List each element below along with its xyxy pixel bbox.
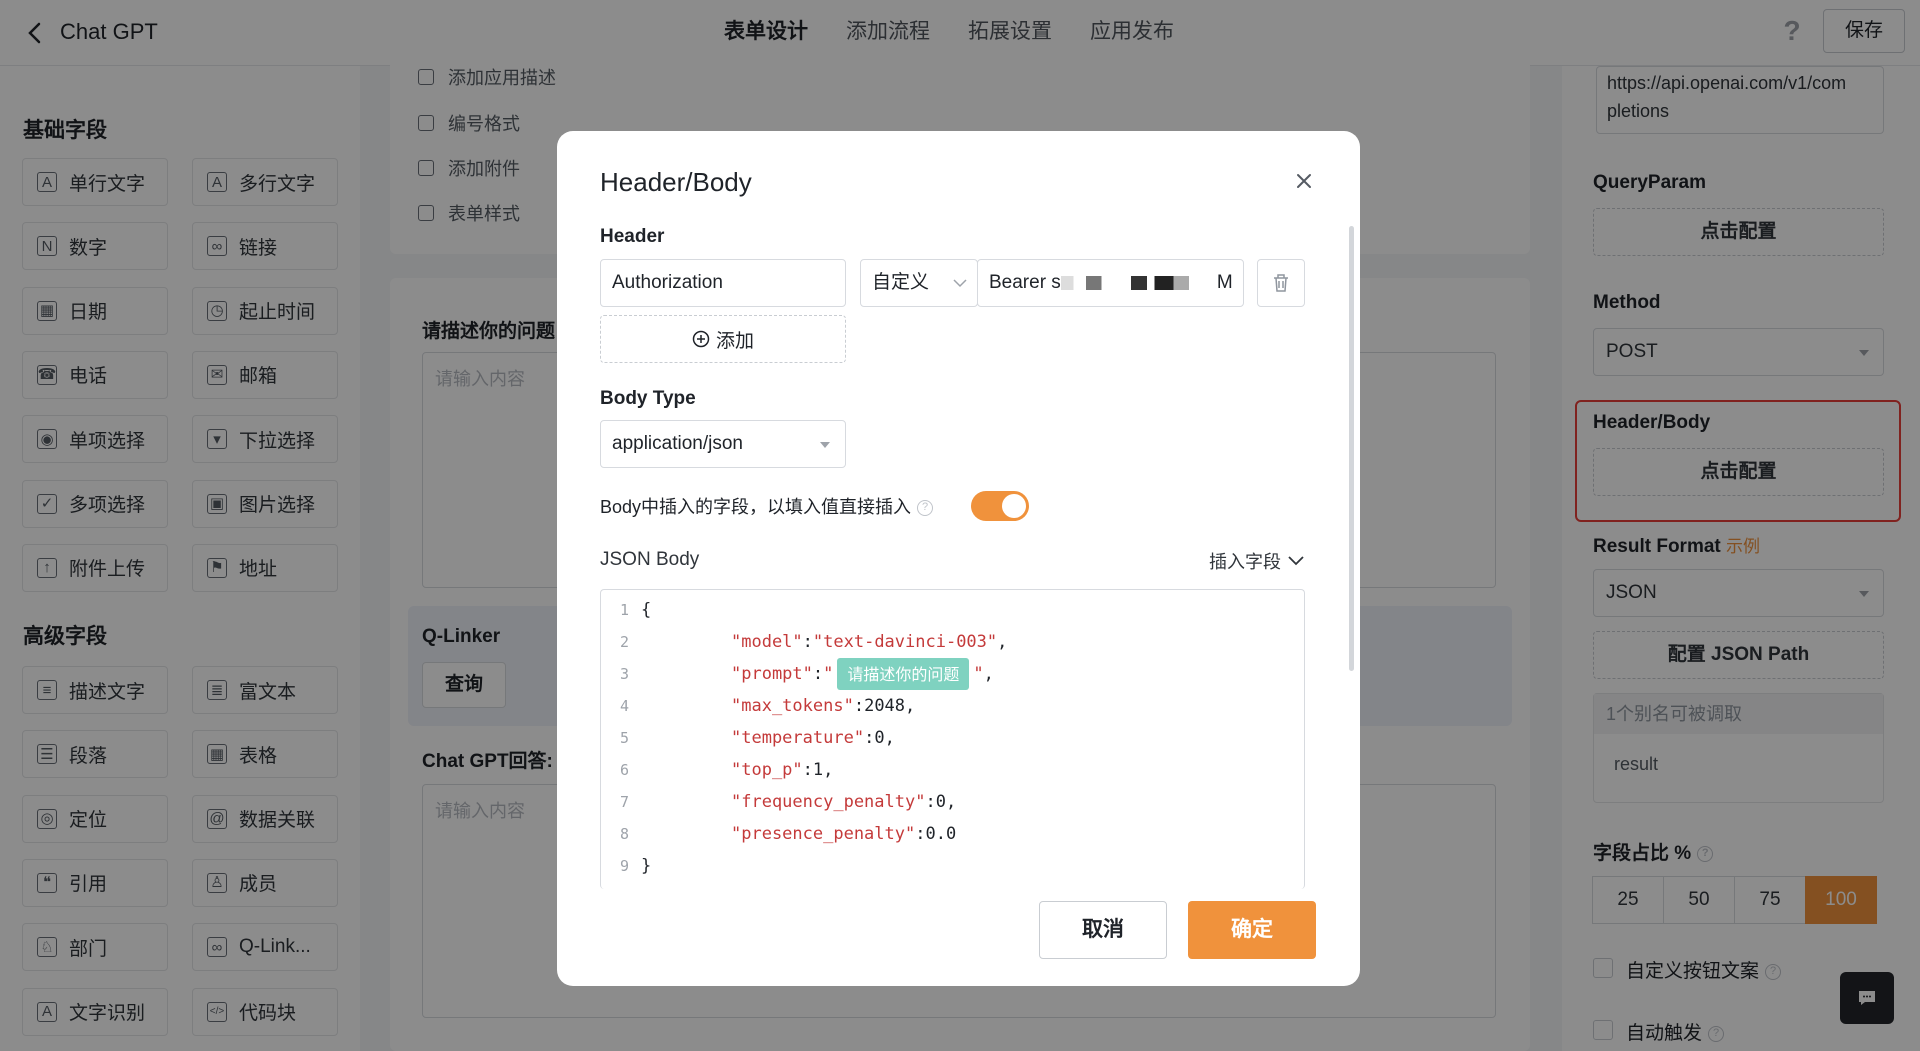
trash-icon: [1274, 274, 1288, 292]
chevron-down-icon: [953, 279, 967, 288]
code-quote: ": [973, 664, 984, 684]
code-punct: ,: [905, 696, 916, 716]
body-type-label: Body Type: [600, 388, 696, 409]
json-key: "model": [731, 632, 803, 652]
redacted-value: [1060, 275, 1217, 290]
code-punct: :: [925, 792, 936, 812]
json-value: 0: [935, 792, 946, 812]
header-section-label: Header: [600, 226, 665, 247]
code-line: 1{: [601, 594, 1304, 626]
header-value-input[interactable]: Bearer sM: [977, 259, 1244, 307]
header-key-input[interactable]: Authorization: [600, 259, 846, 307]
json-key: "top_p": [731, 760, 803, 780]
json-value: 2048: [864, 696, 906, 716]
code-punct: ,: [945, 792, 957, 812]
body-type-select[interactable]: application/json: [600, 420, 846, 468]
chevron-down-icon: [1288, 556, 1304, 566]
insert-field-dropdown[interactable]: 插入字段: [1209, 548, 1305, 574]
code-line: 2 "model": "text-davinci-003",: [601, 626, 1304, 658]
question-circle-icon: ?: [917, 500, 934, 517]
json-key: "temperature": [731, 728, 865, 748]
code-line: 7 "frequency_penalty": 0,: [601, 786, 1304, 818]
code-line: 6 "top_p": 1,: [601, 754, 1304, 786]
line-number: 4: [619, 697, 629, 715]
delete-header-button[interactable]: [1257, 259, 1305, 307]
dialog-scrollbar[interactable]: [1349, 226, 1354, 671]
header-type-select[interactable]: 自定义: [860, 259, 978, 307]
json-key: "presence_penalty": [731, 824, 916, 844]
code-brace: {: [641, 600, 652, 620]
code-line: 3 "prompt": " 请描述你的问题 ",: [601, 658, 1304, 690]
line-number: 9: [619, 857, 629, 875]
json-value: 0: [874, 728, 885, 748]
code-punct: :: [915, 824, 926, 844]
code-punct: :: [864, 728, 875, 748]
json-body-label: JSON Body: [600, 549, 700, 570]
code-line: 8 "presence_penalty": 0.0: [601, 818, 1304, 850]
code-punct: :: [853, 696, 865, 716]
code-punct: :: [802, 632, 813, 652]
json-value: "text-davinci-003": [812, 632, 998, 652]
header-body-dialog: Header/Body Header Authorization 自定义 Bea…: [557, 131, 1360, 986]
close-button[interactable]: [1290, 167, 1318, 195]
json-body-editor[interactable]: 1{2 "model": "text-davinci-003", 3 "prompt"…: [600, 589, 1305, 889]
code-punct: :: [802, 760, 813, 780]
code-lines: 1{2 "model": "text-davinci-003", 3 "prompt"…: [601, 590, 1304, 882]
insert-mode-label: Body中插入的字段，以填入值直接插入?: [600, 493, 934, 519]
line-number: 6: [619, 761, 629, 779]
insert-mode-toggle[interactable]: [971, 491, 1029, 521]
code-punct: ,: [997, 632, 1008, 652]
code-brace: }: [641, 856, 652, 876]
line-number: 8: [619, 825, 629, 843]
caret-down-icon: [820, 442, 830, 448]
code-line: 4 "max_tokens": 2048,: [601, 690, 1304, 722]
line-number: 2: [619, 633, 629, 651]
json-value: 0.0: [925, 824, 957, 844]
line-number: 5: [619, 729, 629, 747]
json-key: "frequency_penalty": [731, 792, 926, 812]
close-icon: [1297, 174, 1311, 188]
code-quote: ": [823, 664, 834, 684]
line-number: 7: [619, 793, 629, 811]
json-key: "prompt": [731, 664, 813, 684]
code-line: 5 "temperature": 0,: [601, 722, 1304, 754]
dialog-title: Header/Body: [600, 167, 752, 197]
json-value: 1: [812, 760, 824, 780]
code-punct: ,: [884, 728, 895, 748]
json-key: "max_tokens": [731, 696, 854, 716]
code-punct: ,: [823, 760, 834, 780]
code-punct: ,: [983, 664, 994, 684]
line-number: 1: [619, 601, 629, 619]
add-header-button[interactable]: 添加: [600, 315, 846, 363]
confirm-button[interactable]: 确定: [1188, 901, 1316, 959]
line-number: 3: [619, 665, 629, 683]
plus-circle-icon: [692, 330, 710, 348]
code-line: 9}: [601, 850, 1304, 882]
code-punct: :: [812, 664, 824, 684]
cancel-button[interactable]: 取消: [1039, 901, 1167, 959]
inserted-field-tag: 请描述你的问题: [837, 658, 970, 690]
